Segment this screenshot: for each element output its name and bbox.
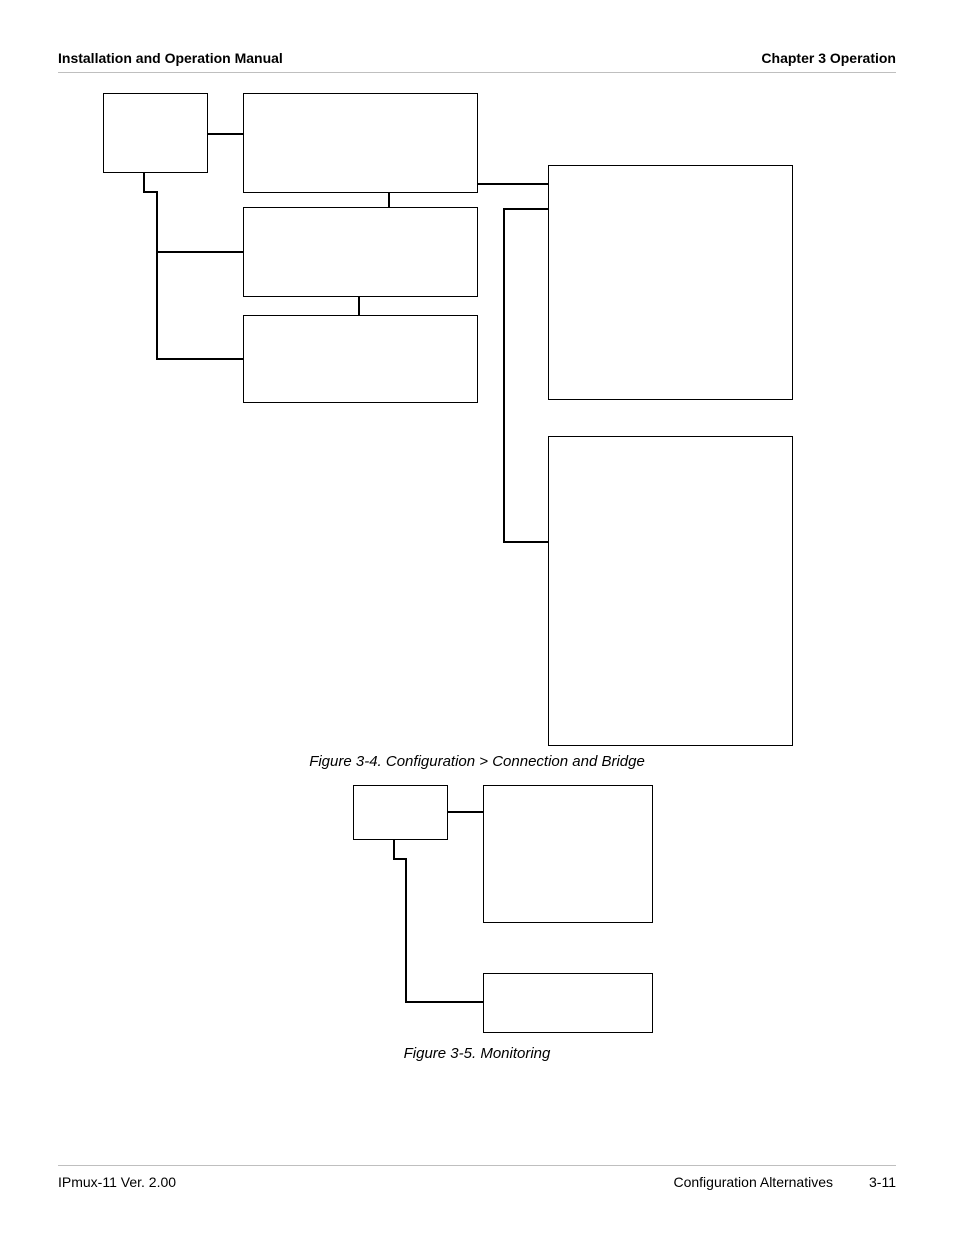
connector — [478, 183, 548, 185]
connector — [143, 191, 156, 193]
fig35-root-box — [353, 785, 448, 840]
fig34-right-box-1 — [548, 165, 793, 400]
connector — [503, 541, 548, 543]
diagram-area: Figure 3-4. Configuration > Connection a… — [58, 73, 896, 1053]
fig35-right-box-1 — [483, 785, 653, 923]
connector — [393, 840, 395, 858]
fig34-mid-box-3 — [243, 315, 478, 403]
connector — [156, 358, 243, 360]
figure-3-5-caption: Figure 3-5. Monitoring — [58, 1045, 896, 1062]
connector — [393, 858, 405, 860]
page-header: Installation and Operation Manual Chapte… — [58, 50, 896, 73]
fig34-right-box-2 — [548, 436, 793, 746]
connector — [156, 191, 158, 358]
connector — [503, 208, 548, 210]
page-footer: IPmux-11 Ver. 2.00 Configuration Alterna… — [58, 1165, 896, 1190]
figure-3-4-caption: Figure 3-4. Configuration > Connection a… — [58, 753, 896, 770]
connector — [358, 297, 360, 315]
fig34-root-box — [103, 93, 208, 173]
footer-section-title: Configuration Alternatives — [673, 1174, 833, 1190]
connector — [143, 173, 145, 191]
footer-left: IPmux-11 Ver. 2.00 — [58, 1174, 176, 1190]
fig35-right-box-2 — [483, 973, 653, 1033]
connector — [405, 858, 407, 1001]
connector — [208, 133, 243, 135]
connector — [448, 811, 483, 813]
connector — [156, 251, 243, 253]
connector — [388, 193, 390, 207]
header-left: Installation and Operation Manual — [58, 50, 283, 66]
footer-page-num: 3-11 — [869, 1174, 896, 1190]
fig34-mid-box-2 — [243, 207, 478, 297]
header-right: Chapter 3 Operation — [761, 50, 896, 66]
connector — [503, 208, 505, 542]
fig34-mid-box-1 — [243, 93, 478, 193]
connector — [405, 1001, 483, 1003]
